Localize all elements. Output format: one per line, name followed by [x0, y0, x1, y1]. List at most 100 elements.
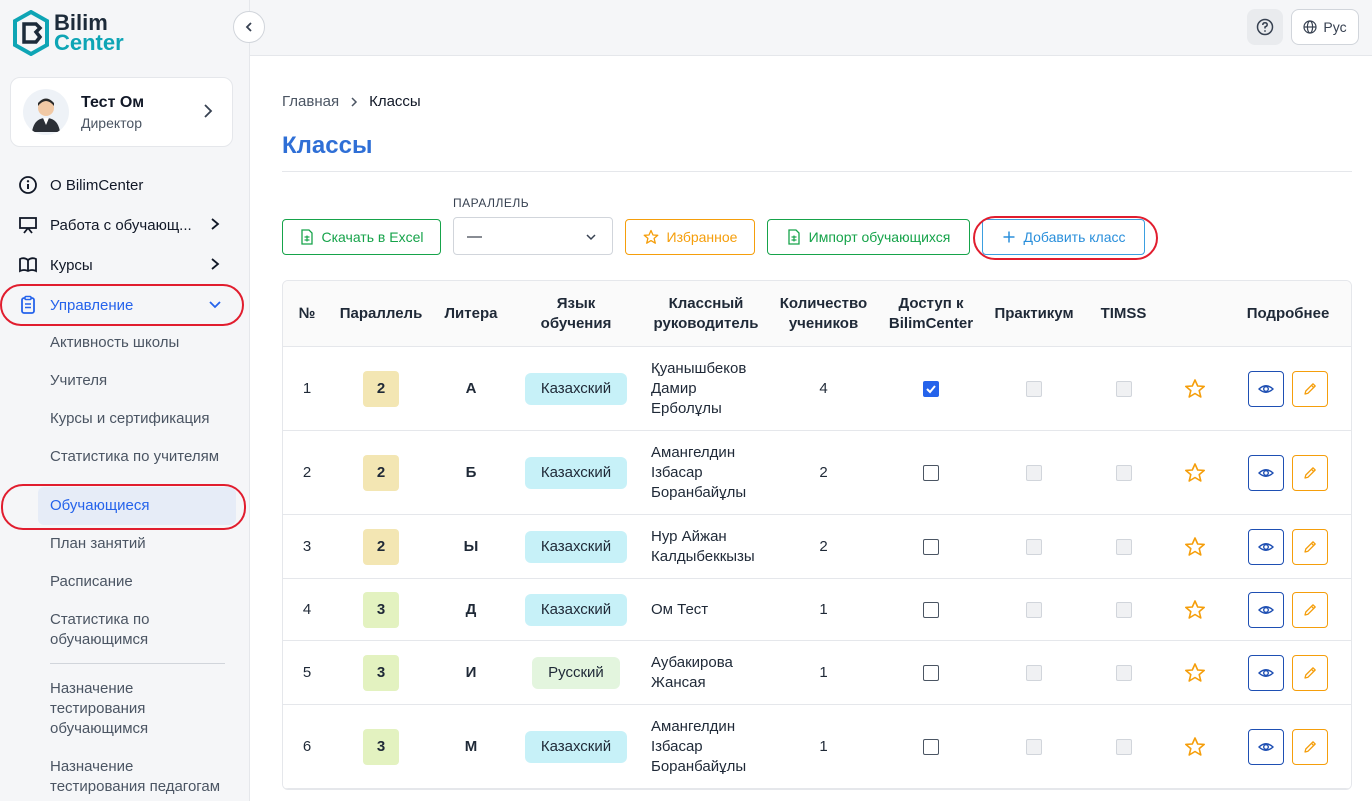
access-checkbox[interactable] — [923, 464, 939, 481]
favorite-star-icon[interactable] — [1165, 641, 1225, 704]
practicum-checkbox — [1026, 601, 1042, 618]
practicum-checkbox — [1026, 738, 1042, 755]
edit-button[interactable] — [1292, 728, 1328, 765]
table-row: 1 2 А Казахский Қуанышбеков Дамир Ерболұлы 4 — [283, 347, 1351, 431]
nav-students-work-label: Работа с обучающ... — [50, 216, 192, 234]
download-excel-label: Скачать в Excel — [321, 229, 424, 245]
access-checkbox[interactable] — [923, 664, 939, 681]
subnav-schedule[interactable]: Расписание — [50, 572, 240, 592]
sidebar-collapse-button[interactable] — [233, 11, 265, 43]
nav-about[interactable]: О BilimCenter — [0, 165, 240, 205]
breadcrumb-current: Классы — [369, 93, 421, 110]
parallel-filter-label: ПАРАЛЛЕЛЬ — [453, 196, 530, 210]
cell-count: 1 — [819, 738, 828, 755]
favorite-star-icon[interactable] — [1165, 431, 1225, 514]
favorite-star-icon[interactable] — [1165, 347, 1225, 430]
table-row: 3 2 Ы Казахский Нур Айжан Калдыбеккызы 2 — [283, 515, 1351, 579]
breadcrumb: Главная Классы — [282, 93, 421, 110]
cell-letter: Б — [465, 464, 477, 481]
logo-line2: Center — [54, 30, 124, 55]
logo[interactable]: Bilim Center — [12, 10, 124, 56]
access-checkbox[interactable] — [923, 380, 939, 397]
eye-icon — [1258, 465, 1274, 481]
edit-button[interactable] — [1292, 654, 1328, 691]
language-badge: Казахский — [524, 730, 628, 763]
chevron-left-icon — [245, 22, 252, 32]
add-class-button[interactable]: Добавить класс — [982, 219, 1145, 255]
th-access: Доступ к BilimCenter — [888, 295, 974, 332]
favorite-star-icon[interactable] — [1165, 579, 1225, 640]
favorites-label: Избранное — [666, 229, 738, 245]
cell-count: 1 — [819, 601, 828, 618]
page-title: Классы — [282, 132, 373, 159]
view-button[interactable] — [1248, 528, 1284, 565]
cell-num: 4 — [302, 601, 312, 618]
sidebar-divider — [50, 663, 225, 664]
info-circle-icon — [18, 175, 38, 195]
cell-teacher: Амангелдин Ізбасар Боранбайұлы — [651, 717, 747, 775]
subnav-teacher-stats[interactable]: Статистика по учителям — [50, 447, 240, 467]
language-badge: Русский — [532, 656, 620, 689]
profile-name: Тест Ом — [81, 93, 145, 111]
timss-checkbox — [1115, 738, 1132, 755]
parallel-badge: 3 — [363, 728, 399, 765]
subnav-lesson-plan[interactable]: План занятий — [50, 534, 240, 554]
subnav-students[interactable]: Обучающиеся — [38, 487, 236, 525]
th-practicum: Практикум — [994, 305, 1074, 322]
th-teacher: Классный руководитель — [653, 295, 759, 332]
view-button[interactable] — [1248, 728, 1284, 765]
edit-button[interactable] — [1292, 591, 1328, 628]
download-excel-button[interactable]: Скачать в Excel — [282, 219, 441, 255]
language-label: Рус — [1323, 19, 1347, 35]
language-badge: Казахский — [524, 372, 628, 405]
pencil-icon — [1302, 465, 1318, 481]
subnav-teachers[interactable]: Учителя — [50, 371, 240, 391]
eye-icon — [1258, 381, 1274, 397]
favorites-button[interactable]: Избранное — [625, 219, 755, 255]
view-button[interactable] — [1248, 370, 1284, 407]
edit-button[interactable] — [1292, 370, 1328, 407]
subnav-assign-test-students[interactable]: Назначение тестирования обучающимся — [50, 679, 170, 739]
edit-button[interactable] — [1292, 454, 1328, 491]
subnav-student-stats[interactable]: Статистика по обучающимся — [50, 610, 180, 650]
th-language: Язык обучения — [540, 295, 612, 332]
pencil-icon — [1302, 381, 1318, 397]
main-content: Главная Классы Классы Скачать в Excel ПА… — [250, 56, 1372, 801]
access-checkbox[interactable] — [923, 601, 939, 618]
spreadsheet-file-icon — [788, 229, 800, 245]
import-students-label: Импорт обучающихся — [808, 229, 951, 245]
nav-courses[interactable]: Курсы — [0, 245, 240, 285]
edit-button[interactable] — [1292, 528, 1328, 565]
title-divider — [282, 171, 1352, 172]
timss-checkbox — [1115, 664, 1132, 681]
cell-count: 2 — [819, 538, 828, 555]
timss-checkbox — [1115, 380, 1132, 397]
view-button[interactable] — [1248, 654, 1284, 691]
nav-students-work[interactable]: Работа с обучающ... — [0, 205, 240, 245]
logo-mark-icon — [13, 10, 49, 56]
nav-management[interactable]: Управление — [0, 285, 240, 325]
parallel-select[interactable]: — — [453, 217, 613, 255]
eye-icon — [1258, 602, 1274, 618]
profile-card[interactable]: Тест Ом Директор — [10, 77, 233, 147]
subnav-assign-test-teachers[interactable]: Назначение тестирования педагогам — [50, 757, 230, 797]
cell-count: 2 — [819, 464, 828, 481]
pencil-icon — [1302, 602, 1318, 618]
help-button[interactable] — [1247, 9, 1283, 45]
breadcrumb-home[interactable]: Главная — [282, 93, 339, 110]
clipboard-icon — [18, 295, 38, 315]
access-checkbox[interactable] — [923, 738, 939, 755]
language-badge: Казахский — [524, 530, 628, 563]
favorite-star-icon[interactable] — [1165, 705, 1225, 788]
subnav-courses-cert[interactable]: Курсы и сертификация — [50, 409, 240, 429]
timss-checkbox — [1115, 601, 1132, 618]
eye-icon — [1258, 539, 1274, 555]
view-button[interactable] — [1248, 591, 1284, 628]
language-switcher[interactable]: Рус — [1291, 9, 1359, 45]
import-students-button[interactable]: Импорт обучающихся — [767, 219, 970, 255]
subnav-school-activity[interactable]: Активность школы — [50, 333, 240, 353]
open-book-icon — [18, 255, 38, 275]
favorite-star-icon[interactable] — [1165, 515, 1225, 578]
access-checkbox[interactable] — [923, 538, 939, 555]
view-button[interactable] — [1248, 454, 1284, 491]
